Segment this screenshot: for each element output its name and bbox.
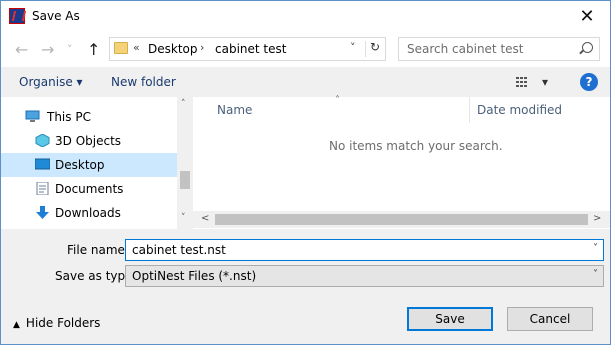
sidebar-item-label: Downloads	[55, 206, 121, 220]
search-input[interactable]: Search cabinet test	[398, 37, 600, 61]
scrollbar-thumb[interactable]	[180, 171, 190, 189]
save-form: File name: cabinet test.nst ˅ Save as ty…	[1, 229, 610, 344]
sidebar-item-documents[interactable]: Documents	[1, 177, 177, 201]
sidebar-item-3d-objects[interactable]: 3D Objects	[1, 129, 177, 153]
chevron-down-icon: ▾	[76, 75, 83, 89]
up-folder-button[interactable]: ↑	[87, 40, 100, 59]
column-header-date-modified[interactable]: Date modified	[477, 103, 562, 117]
downloads-icon	[36, 206, 49, 219]
scroll-down-button[interactable]: ˅	[181, 213, 186, 223]
chevron-down-icon[interactable]: ˅	[593, 243, 598, 254]
navigation-pane: This PC 3D Objects Desktop Documents Dow…	[1, 97, 193, 229]
forward-button[interactable]: →	[41, 40, 54, 59]
sidebar-item-this-pc[interactable]: This PC	[1, 105, 177, 129]
optinest-app-icon	[9, 8, 25, 24]
save-as-type-value: OptiNest Files (*.nst)	[132, 269, 257, 283]
address-dropdown-button[interactable]: ˅	[350, 41, 356, 54]
column-divider[interactable]	[469, 97, 470, 123]
breadcrumb-desktop[interactable]: Desktop	[148, 42, 198, 56]
scroll-up-button[interactable]: ˄	[181, 99, 186, 109]
sidebar-item-label: This PC	[47, 110, 91, 124]
address-divider	[365, 41, 366, 57]
horizontal-scrollbar[interactable]: < >	[193, 211, 610, 228]
browser-area: This PC 3D Objects Desktop Documents Dow…	[1, 95, 610, 229]
title-bar: Save As ✕	[1, 1, 610, 31]
filename-label: File name:	[67, 243, 129, 257]
back-button[interactable]: ←	[15, 40, 28, 59]
view-options-icon[interactable]	[516, 76, 530, 88]
search-placeholder: Search cabinet test	[407, 42, 524, 56]
search-icon	[582, 42, 593, 53]
filename-input[interactable]: cabinet test.nst ˅	[125, 239, 604, 261]
pc-icon	[25, 110, 40, 122]
breadcrumb-cabinet-test[interactable]: cabinet test	[215, 42, 286, 56]
organise-label: Organise	[19, 75, 73, 89]
view-dropdown-button[interactable]: ▾	[542, 75, 548, 89]
scrollbar-thumb[interactable]	[215, 214, 588, 225]
sidebar-item-label: Documents	[55, 182, 124, 196]
command-bar: Organise ▾ New folder ▾ ?	[1, 67, 610, 97]
breadcrumb-overflow[interactable]: «	[133, 41, 140, 54]
sidebar-item-label: 3D Objects	[55, 134, 122, 148]
sort-indicator-icon: ˄	[335, 95, 340, 106]
help-icon[interactable]: ?	[580, 73, 598, 91]
navigation-bar: ← → ˅ ↑ « Desktop › cabinet test ˅ ↻ Sea…	[1, 31, 610, 67]
file-list-pane: ˄ Name Date modified No items match your…	[193, 95, 610, 229]
save-as-type-select[interactable]: OptiNest Files (*.nst) ˅	[125, 265, 604, 287]
sidebar-item-downloads[interactable]: Downloads	[1, 201, 177, 225]
scroll-left-button[interactable]: <	[201, 213, 209, 224]
sidebar-item-desktop[interactable]: Desktop	[1, 153, 177, 177]
cancel-button[interactable]: Cancel	[507, 307, 593, 331]
chevron-down-icon[interactable]: ˅	[593, 269, 598, 280]
breadcrumb-separator[interactable]: ›	[200, 41, 204, 54]
new-folder-button[interactable]: New folder	[111, 75, 176, 89]
documents-icon	[36, 182, 49, 195]
hide-folders-label: Hide Folders	[25, 316, 101, 330]
desktop-icon	[35, 158, 50, 170]
window-title: Save As	[32, 9, 80, 23]
refresh-button[interactable]: ↻	[370, 40, 380, 54]
hide-folders-button[interactable]: ▲ Hide Folders	[13, 316, 100, 330]
scroll-right-button[interactable]: >	[593, 213, 601, 224]
recent-locations-button[interactable]: ˅	[67, 43, 73, 56]
save-as-dialog: Save As ✕ ← → ˅ ↑ « Desktop › cabinet te…	[0, 0, 611, 345]
save-button[interactable]: Save	[407, 307, 493, 331]
folder-icon	[114, 42, 128, 54]
organise-button[interactable]: Organise ▾	[19, 75, 83, 89]
sidebar-item-label: Desktop	[55, 158, 105, 172]
column-header-name[interactable]: Name	[217, 103, 252, 117]
filename-value: cabinet test.nst	[132, 243, 226, 257]
close-button[interactable]: ✕	[564, 1, 610, 31]
close-icon: ✕	[579, 5, 595, 27]
navigation-scrollbar[interactable]: ˄ ˅	[177, 97, 193, 229]
3d-objects-icon	[35, 134, 50, 147]
address-bar[interactable]: « Desktop › cabinet test ˅ ↻	[109, 37, 386, 61]
chevron-up-icon: ▲	[13, 320, 20, 330]
empty-list-message: No items match your search.	[329, 139, 503, 153]
